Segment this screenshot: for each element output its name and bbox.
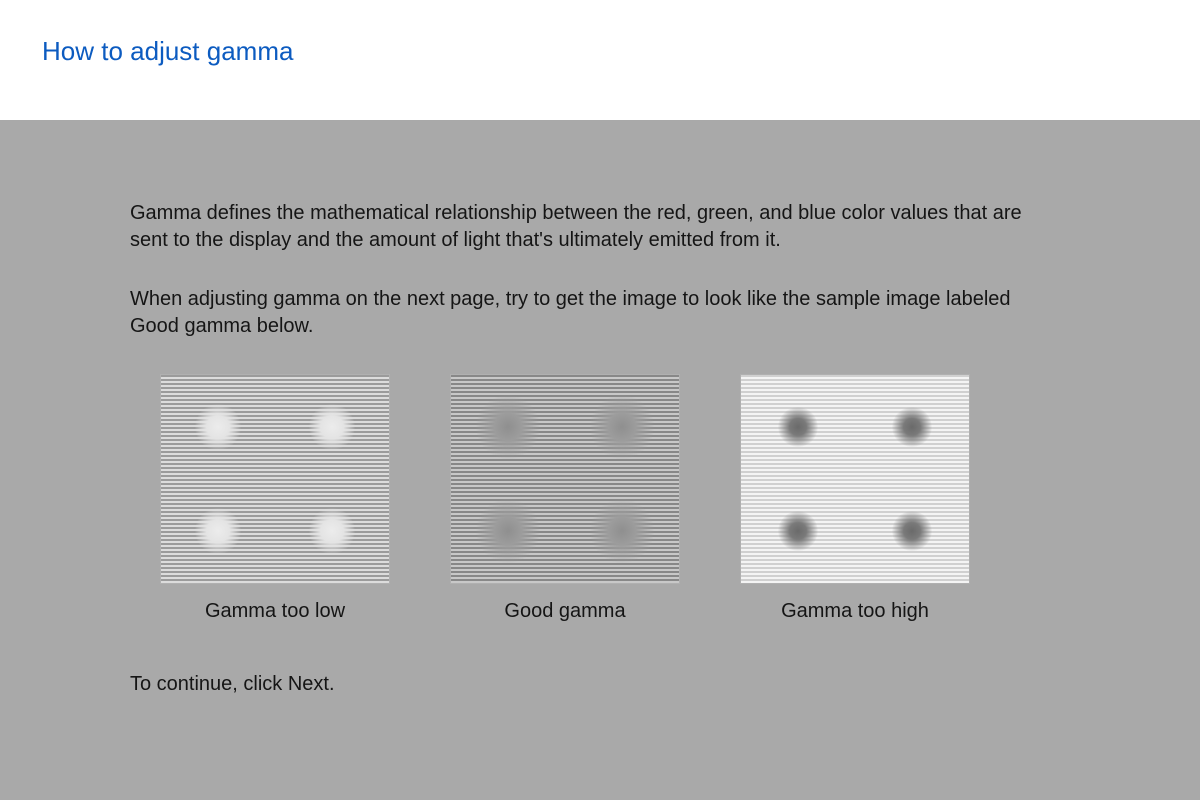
gamma-instruction-text: When adjusting gamma on the next page, t… — [130, 286, 1050, 340]
content-panel: Gamma defines the mathematical relations… — [0, 120, 1200, 800]
gamma-samples-row: Gamma too low Good gamma — [160, 374, 1070, 623]
gamma-sample-good: Good gamma — [450, 374, 680, 623]
gamma-sample-low-image — [160, 374, 390, 584]
header-bar: How to adjust gamma — [0, 0, 1200, 120]
gamma-definition-text: Gamma defines the mathematical relations… — [130, 200, 1050, 254]
gamma-sample-good-image — [450, 374, 680, 584]
page-title: How to adjust gamma — [42, 36, 1200, 67]
gamma-sample-low: Gamma too low — [160, 374, 390, 623]
gamma-sample-high-image — [740, 374, 970, 584]
gamma-sample-high-label: Gamma too high — [781, 600, 929, 623]
gamma-sample-low-label: Gamma too low — [205, 600, 345, 623]
gamma-sample-high: Gamma too high — [740, 374, 970, 623]
continue-instruction-text: To continue, click Next. — [130, 673, 1070, 696]
gamma-sample-good-label: Good gamma — [504, 600, 625, 623]
